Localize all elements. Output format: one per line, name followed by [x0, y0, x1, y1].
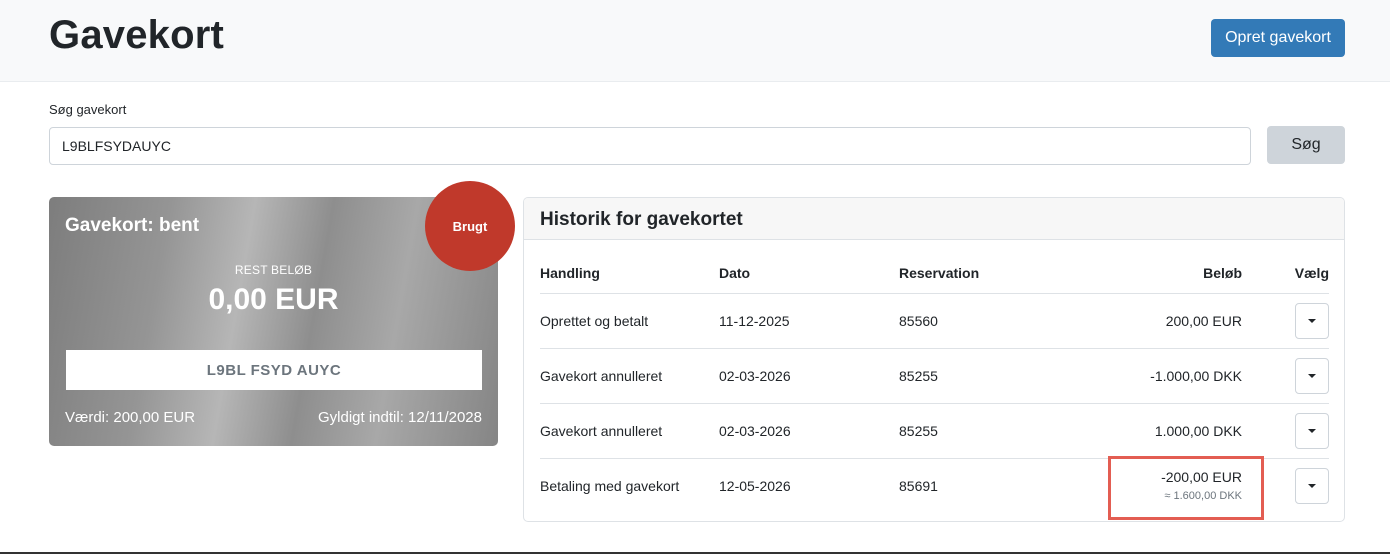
- row-amount-converted: ≈ 1.600,00 DKK: [1164, 490, 1242, 503]
- caret-down-icon: [1308, 483, 1316, 488]
- row-action: Oprettet og betalt: [540, 293, 719, 349]
- row-select: [1242, 403, 1329, 459]
- column-header-action: Handling: [540, 253, 719, 294]
- gift-card-code: L9BL FSYD AUYC: [66, 350, 482, 390]
- column-header-amount: Beløb: [1079, 253, 1242, 294]
- table-row: Betaling med gavekort 12-05-2026 85691 -…: [540, 455, 1329, 520]
- row-select: [1242, 293, 1329, 349]
- row-dropdown-button[interactable]: [1295, 357, 1329, 394]
- table-row: Oprettet og betalt 11-12-2025 85560 200,…: [540, 293, 1329, 349]
- gift-card-value: Værdi: 200,00 EUR: [65, 409, 196, 426]
- row-amount: 1.000,00 DKK: [1079, 403, 1242, 459]
- row-reservation: 85560: [899, 293, 1079, 349]
- row-amount: -200,00 EUR ≈ 1.600,00 DKK: [1079, 455, 1264, 520]
- status-badge: Brugt: [425, 181, 515, 271]
- table-row: Gavekort annulleret 02-03-2026 85255 1.0…: [540, 403, 1329, 459]
- row-amount-value: -1.000,00 DKK: [1150, 367, 1242, 384]
- row-dropdown-button[interactable]: [1295, 412, 1329, 449]
- column-header-date: Dato: [719, 253, 899, 294]
- row-amount-value: -200,00 EUR: [1161, 469, 1242, 486]
- history-table: Handling Dato Reservation Beløb Vælg Opr…: [540, 253, 1329, 520]
- search-label: Søg gavekort: [49, 102, 127, 117]
- row-action: Betaling med gavekort: [540, 477, 680, 494]
- row-date: 02-03-2026: [719, 403, 899, 459]
- row-amount: -1.000,00 DKK: [1079, 348, 1242, 404]
- table-header-row: Handling Dato Reservation Beløb Vælg: [540, 253, 1329, 294]
- row-action: Gavekort annulleret: [540, 348, 719, 404]
- row-date: 12-05-2026: [719, 477, 791, 494]
- row-reservation: 85255: [899, 403, 1079, 459]
- create-gift-card-button[interactable]: Opret gavekort: [1211, 19, 1345, 57]
- search-input[interactable]: [49, 127, 1251, 165]
- rest-amount-label: REST BELØB: [234, 263, 313, 277]
- gift-card-valid-until: Gyldigt indtil: 12/11/2028: [318, 409, 482, 426]
- row-amount-value: 200,00 EUR: [1165, 312, 1242, 329]
- row-action: Gavekort annulleret: [540, 403, 719, 459]
- column-header-select: Vælg: [1242, 253, 1329, 294]
- row-dropdown-button[interactable]: [1295, 467, 1329, 504]
- row-amount: 200,00 EUR: [1079, 293, 1242, 349]
- row-dropdown-button[interactable]: [1295, 302, 1329, 339]
- row-date: 11-12-2025: [719, 293, 899, 349]
- row-reservation: 85691: [899, 477, 938, 494]
- search-button[interactable]: Søg: [1267, 126, 1345, 164]
- row-select: [1242, 458, 1329, 513]
- history-title: Historik for gavekortet: [524, 198, 1344, 240]
- caret-down-icon: [1308, 318, 1316, 323]
- row-amount-value: 1.000,00 DKK: [1154, 422, 1242, 439]
- table-row: Gavekort annulleret 02-03-2026 85255 -1.…: [540, 348, 1329, 404]
- row-reservation: 85255: [899, 348, 1079, 404]
- rest-amount-value: 0,00 EUR: [208, 283, 339, 316]
- row-date: 02-03-2026: [719, 348, 899, 404]
- gift-card-title: Gavekort: bent: [65, 215, 200, 236]
- page-header: Gavekort Opret gavekort: [0, 0, 1390, 82]
- row-select: [1242, 348, 1329, 404]
- highlight-box: [1108, 455, 1264, 520]
- caret-down-icon: [1308, 373, 1316, 378]
- history-panel: Historik for gavekortet Handling Dato Re…: [523, 197, 1345, 522]
- caret-down-icon: [1308, 428, 1316, 433]
- page-title: Gavekort: [49, 13, 225, 57]
- column-header-reservation: Reservation: [899, 253, 1079, 294]
